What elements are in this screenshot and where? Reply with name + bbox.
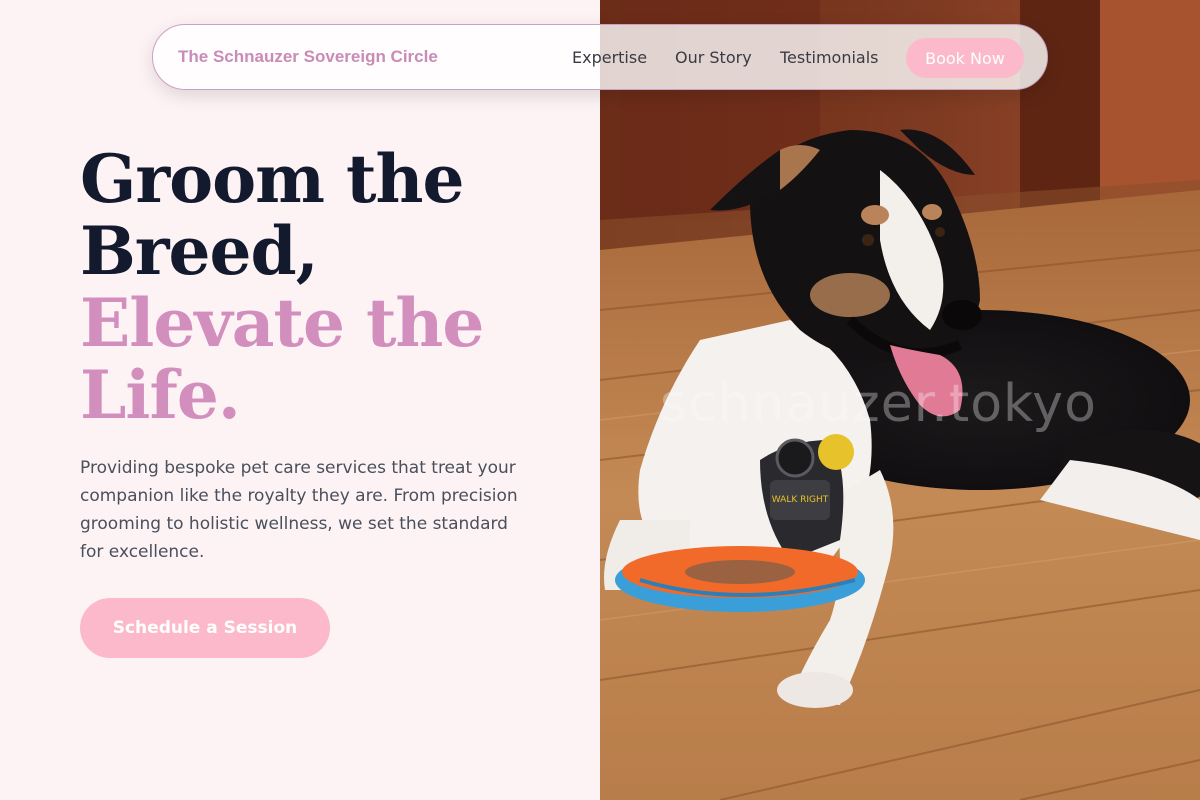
- hero-description: Providing bespoke pet care services that…: [80, 458, 518, 562]
- hero-headline: Groom the Breed, Elevate the Life.: [80, 140, 484, 434]
- nav-link-testimonials[interactable]: Testimonials: [780, 48, 879, 67]
- harness-label: WALK RIGHT: [772, 495, 829, 505]
- photo-watermark: schnauzer.tokyo: [660, 374, 1097, 434]
- hero-image-pane: WALK RIGHT schnauzer.tokyo: [600, 0, 1200, 800]
- schedule-session-button[interactable]: Schedule a Session: [80, 598, 330, 658]
- headline-accent-line-1: Elevate the: [80, 284, 484, 362]
- book-now-button[interactable]: Book Now: [906, 38, 1024, 78]
- headline-line-2: Breed,: [80, 212, 319, 290]
- nav-link-our-story[interactable]: Our Story: [675, 48, 752, 67]
- nav-link-expertise[interactable]: Expertise: [572, 48, 647, 67]
- headline-accent-line-2: Life.: [80, 356, 241, 434]
- brand-logo-text[interactable]: The Schnauzer Sovereign Circle: [178, 47, 438, 67]
- top-navbar: The Schnauzer Sovereign Circle Expertise…: [152, 24, 1048, 90]
- headline-line-1: Groom the: [80, 140, 464, 218]
- hero-left-pane: Groom the Breed, Elevate the Life. Provi…: [0, 0, 600, 800]
